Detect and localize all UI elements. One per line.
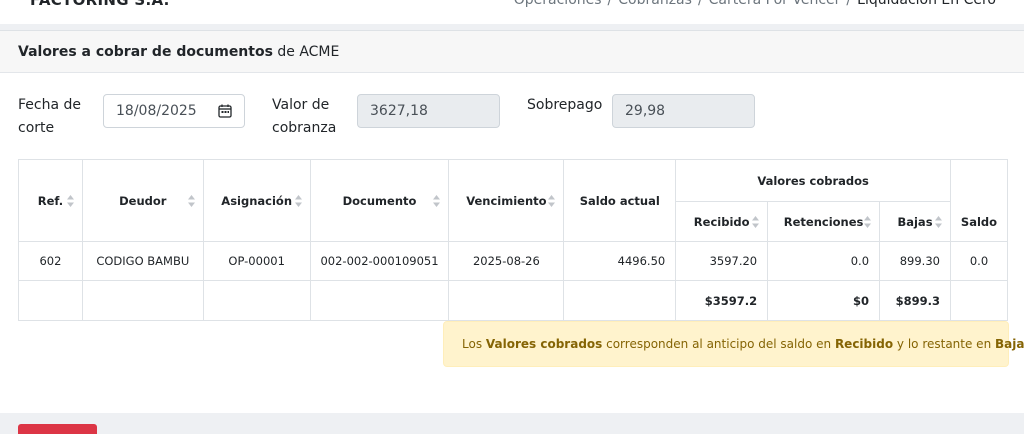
sobrepago-input[interactable]: 29,98 xyxy=(612,94,755,128)
col-vencimiento-label: Vencimiento xyxy=(466,193,547,208)
breadcrumb-cartera[interactable]: Cartera Por Vencer xyxy=(709,0,841,8)
fecha-label-line2: corte xyxy=(18,120,55,136)
alert-text: y lo restante en xyxy=(893,337,995,351)
empty-cell xyxy=(563,280,677,321)
col-retenciones-label: Retenciones xyxy=(783,214,864,229)
card-title-bold: Valores a cobrar de documentos xyxy=(18,44,273,60)
sort-icon[interactable] xyxy=(934,215,942,228)
breadcrumb-separator: / xyxy=(697,0,703,8)
fecha-corte-input[interactable]: 18/08/2025 xyxy=(103,94,245,128)
main-card: Valores a cobrar de documentos de ACME F… xyxy=(0,30,1024,413)
alert-bold-bajas: Bajas xyxy=(995,337,1024,351)
col-header-ref[interactable]: Ref. xyxy=(18,159,83,242)
col-header-bajas[interactable]: Bajas xyxy=(879,201,951,242)
danger-button[interactable] xyxy=(18,424,97,434)
col-ref-label: Ref. xyxy=(37,193,64,208)
alert-bold-recibido: Recibido xyxy=(834,337,894,351)
col-header-recibido[interactable]: Recibido xyxy=(675,201,769,242)
table-row: 602 CODIGO BAMBU OP-00001 002-002-000109… xyxy=(18,241,1009,281)
sort-icon[interactable] xyxy=(548,194,556,207)
cell-recibido: 3597.20 xyxy=(675,241,769,281)
cell-ref: 602 xyxy=(18,241,83,281)
cell-bajas: 899.30 xyxy=(879,241,951,281)
cell-documento: 002-002-000109051 xyxy=(309,241,450,281)
alert-text: corresponden al anticipo del saldo en xyxy=(602,337,835,351)
card-header: Valores a cobrar de documentos de ACME xyxy=(0,31,1024,73)
empty-cell xyxy=(18,280,83,321)
sobrepago-value: 29,98 xyxy=(625,103,666,119)
cell-retenciones: 0.0 xyxy=(767,241,881,281)
sort-icon[interactable] xyxy=(294,194,302,207)
calendar-icon[interactable] xyxy=(218,104,232,118)
total-bajas: $899.3 xyxy=(879,280,951,321)
fecha-corte-value: 18/08/2025 xyxy=(116,103,197,119)
col-asignacion-label: Asignación xyxy=(221,193,293,208)
top-navbar: FACTORING S.A. Operaciones / Cobranzas / Car… xyxy=(0,0,1024,24)
total-recibido: $3597.2 xyxy=(675,280,769,321)
col-documento-label: Documento xyxy=(342,193,417,208)
cell-deudor: CODIGO BAMBU xyxy=(81,241,204,281)
valor-cobranza-label: Valor de cobranza xyxy=(272,94,336,140)
cell-vencimiento: 2025-08-26 xyxy=(448,241,565,281)
documents-table: Ref. Deudor Asignación Documento Vencimi… xyxy=(18,159,1009,321)
empty-cell xyxy=(949,280,1009,321)
empty-cell xyxy=(202,280,311,321)
empty-cell xyxy=(448,280,565,321)
col-header-saldo-actual[interactable]: Saldo actual xyxy=(563,159,677,242)
cell-saldo-actual: 4496.50 xyxy=(563,241,677,281)
col-header-saldo[interactable]: Saldo xyxy=(949,159,1009,242)
total-retenciones: $0 xyxy=(767,280,881,321)
sort-icon[interactable] xyxy=(752,215,760,228)
fecha-label-line1: Fecha de xyxy=(18,97,81,113)
col-header-vencimiento[interactable]: Vencimiento xyxy=(448,159,565,242)
empty-cell xyxy=(309,280,450,321)
totals-row: $3597.2 $0 $899.3 xyxy=(18,280,1009,321)
valor-label-line1: Valor de xyxy=(272,97,330,113)
sort-icon[interactable] xyxy=(433,194,441,207)
col-bajas-label: Bajas xyxy=(897,214,933,229)
valor-cobranza-input[interactable]: 3627,18 xyxy=(357,94,500,128)
card-title-rest: de ACME xyxy=(272,44,340,60)
alert-bold-valores: Valores cobrados xyxy=(485,337,603,351)
alert-text: Los xyxy=(462,337,486,351)
breadcrumb-cobranzas[interactable]: Cobranzas xyxy=(618,0,692,8)
breadcrumb-separator: / xyxy=(846,0,852,8)
sort-icon[interactable] xyxy=(187,194,195,207)
col-recibido-label: Recibido xyxy=(693,214,750,229)
col-header-deudor[interactable]: Deudor xyxy=(81,159,204,242)
breadcrumb-operaciones[interactable]: Operaciones xyxy=(514,0,602,8)
sort-icon[interactable] xyxy=(66,194,74,207)
sort-icon[interactable] xyxy=(864,215,872,228)
col-deudor-label: Deudor xyxy=(119,193,167,208)
cell-asignacion: OP-00001 xyxy=(202,241,311,281)
info-alert: Los Valores cobrados corresponden al ant… xyxy=(443,321,1024,367)
breadcrumb-current: Liquidación En Cero xyxy=(857,0,996,8)
col-header-documento[interactable]: Documento xyxy=(309,159,450,242)
col-saldo-label: Saldo xyxy=(960,214,998,229)
empty-cell xyxy=(81,280,204,321)
breadcrumb: Operaciones / Cobranzas / Cartera Por Vencer… xyxy=(514,0,996,8)
col-header-asignacion[interactable]: Asignación xyxy=(202,159,311,242)
valor-label-line2: cobranza xyxy=(272,120,337,136)
col-saldo-actual-label: Saldo actual xyxy=(579,193,660,208)
sobrepago-label: Sobrepago xyxy=(527,97,603,113)
brand-name: FACTORING S.A. xyxy=(30,0,170,9)
fecha-corte-label: Fecha de corte xyxy=(18,94,81,140)
col-header-retenciones[interactable]: Retenciones xyxy=(767,201,881,242)
breadcrumb-separator: / xyxy=(607,0,613,8)
cell-saldo: 0.0 xyxy=(949,241,1009,281)
group-header-valores-cobrados: Valores cobrados xyxy=(675,159,951,202)
valor-cobranza-value: 3627,18 xyxy=(370,103,428,119)
